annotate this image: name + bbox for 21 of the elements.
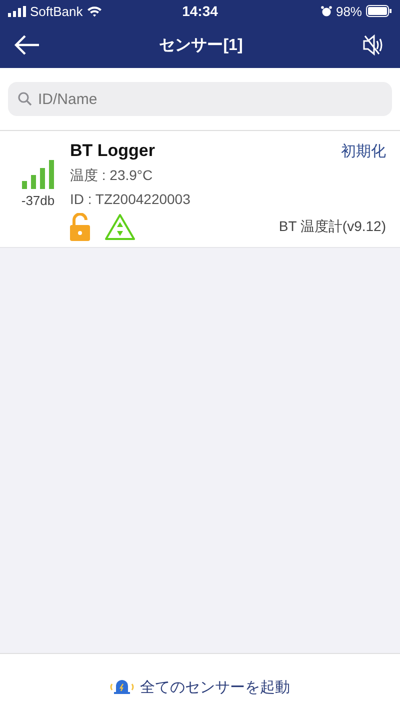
temperature-reading: 温度 : 23.9°C [70, 167, 154, 185]
signal-reading: -37db [21, 193, 55, 208]
sensor-id: ID : TZ2004220003 [70, 191, 192, 207]
signal-icon [8, 6, 26, 16]
start-all-sensors-button[interactable]: 全てのセンサーを起動 [104, 676, 296, 698]
back-arrow-icon [14, 35, 40, 55]
battery-icon [366, 5, 392, 17]
warning-triangle-icon [104, 213, 136, 241]
screen-title: センサー[1] [159, 36, 243, 56]
carrier-name: SoftBank [30, 4, 83, 18]
initialize-link[interactable]: 初期化 [341, 142, 386, 160]
battery-percent: 98% [336, 4, 362, 18]
search-field[interactable]: ID/Name [8, 82, 392, 116]
wifi-icon [86, 6, 102, 16]
alarm-icon [320, 6, 332, 16]
alarm-bell-icon [110, 678, 134, 696]
signal-strength-icon [21, 159, 55, 189]
sensor-card[interactable]: -37db BT Logger 初期化 温度 : 23.9°C ID : TZ2004220003 BT 温度計(v9.12) [0, 131, 400, 248]
device-model: BT 温度計(v9.12) [278, 218, 386, 236]
status-time: 14:34 [182, 3, 218, 19]
sensor-name: BT Logger [70, 141, 155, 161]
